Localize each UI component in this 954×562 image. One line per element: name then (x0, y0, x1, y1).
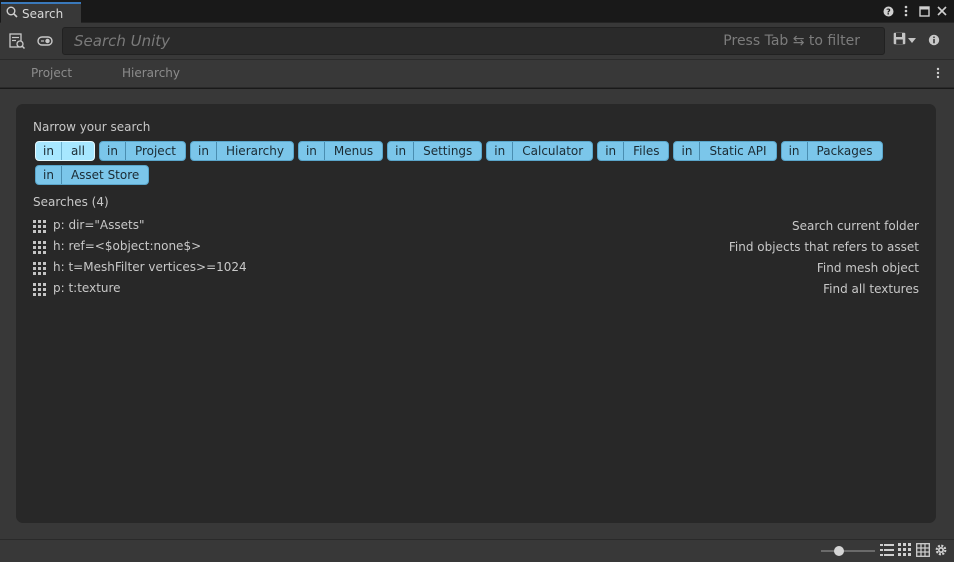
chip-label: Packages (816, 144, 873, 158)
chip-prefix: in (388, 142, 415, 160)
chip-prefix: in (299, 142, 325, 160)
chip-prefix: in (100, 142, 126, 160)
chip-label: Menus (333, 144, 374, 158)
chip-label: Calculator (522, 144, 584, 158)
settings-icon (934, 544, 948, 560)
tab-project[interactable]: Project (31, 66, 72, 80)
save-search-dropdown[interactable] (893, 32, 916, 48)
saved-search-row[interactable]: h: ref=<$object:none$> Find objects that… (33, 237, 919, 257)
table-view-button[interactable] (916, 543, 930, 557)
saved-search-description: Find mesh object (816, 261, 919, 275)
search-toolbar: Press Tab ⇆ to filter (0, 23, 954, 60)
more-vert-icon[interactable] (900, 4, 912, 18)
filter-chip-packages[interactable]: in Packages (780, 141, 883, 161)
chip-label: all (70, 144, 85, 158)
slider-thumb[interactable] (834, 546, 844, 556)
grid-view-icon (898, 543, 912, 560)
chip-label: Asset Store (70, 168, 140, 182)
item-size-slider[interactable] (821, 546, 875, 556)
filter-chip-project[interactable]: in Project (98, 141, 186, 161)
chip-label: Files (633, 144, 660, 158)
kebab-icon (936, 67, 940, 82)
filter-chip-all[interactable]: in all (35, 141, 95, 161)
saved-search-query: h: t=MeshFilter vertices>=1024 (53, 260, 247, 274)
chip-label: Hierarchy (225, 144, 284, 158)
maximize-icon[interactable] (918, 4, 930, 18)
chip-prefix: in (487, 142, 514, 160)
saved-search-description: Find objects that refers to asset (728, 240, 919, 254)
search-field[interactable]: Press Tab ⇆ to filter (62, 27, 885, 55)
filter-chip-calculator[interactable]: in Calculator (486, 141, 594, 161)
title-bar: Search ? (0, 0, 954, 23)
slider-track (821, 550, 875, 552)
filter-chip-asset-store[interactable]: in Asset Store (35, 165, 150, 185)
saved-searches-button[interactable] (7, 32, 27, 52)
chip-prefix: in (598, 142, 625, 160)
info-icon (928, 34, 940, 49)
list-view-icon (880, 544, 894, 560)
filter-chip-menus[interactable]: in Menus (297, 141, 384, 161)
saved-search-query: p: t:texture (53, 281, 121, 295)
grid-view-button[interactable] (898, 543, 912, 557)
tab-hierarchy[interactable]: Hierarchy (122, 66, 180, 80)
filter-chip-files[interactable]: in Files (597, 141, 670, 161)
chip-prefix: in (36, 166, 62, 184)
save-icon (893, 32, 906, 48)
chip-prefix: in (782, 142, 808, 160)
svg-text:?: ? (886, 7, 891, 16)
settings-button[interactable] (934, 543, 948, 557)
window-controls: ? (882, 4, 948, 18)
chip-prefix: in (674, 142, 701, 160)
saved-search-description: Find all textures (823, 282, 919, 296)
provider-filter-chips: in all in Project in Hierarchy in Menus … (35, 141, 915, 185)
filter-chip-static-api[interactable]: in Static API (673, 141, 777, 161)
table-view-icon (916, 543, 930, 560)
search-icon (6, 6, 18, 21)
provider-tabs-bar: Project Hierarchy (0, 60, 954, 88)
search-queries-icon (8, 32, 26, 53)
info-button[interactable] (928, 34, 942, 48)
search-input[interactable] (63, 28, 623, 54)
saved-search-query: h: ref=<$object:none$> (53, 239, 202, 253)
narrow-search-title: Narrow your search (33, 120, 151, 134)
chip-label: Static API (709, 144, 767, 158)
toggle-button[interactable] (35, 32, 55, 52)
filter-chip-hierarchy[interactable]: in Hierarchy (190, 141, 294, 161)
window-tab-search[interactable]: Search (1, 2, 81, 23)
tabs-menu-button[interactable] (936, 67, 942, 81)
list-view-button[interactable] (880, 543, 894, 557)
drag-grip-icon[interactable] (33, 220, 46, 233)
saved-search-row[interactable]: h: t=MeshFilter vertices>=1024 Find mesh… (33, 258, 919, 278)
chevron-down-icon (908, 33, 916, 47)
toggle-icon (37, 35, 53, 49)
results-area: Narrow your search in all in Project in … (0, 89, 954, 539)
chip-prefix: in (36, 142, 62, 160)
window-tab-label: Search (22, 6, 64, 21)
filter-chip-settings[interactable]: in Settings (387, 141, 483, 161)
saved-search-query: p: dir="Assets" (53, 218, 145, 232)
saved-search-row[interactable]: p: t:texture Find all textures (33, 279, 919, 299)
search-hint: Press Tab ⇆ to filter (723, 33, 860, 49)
chip-label: Project (134, 144, 176, 158)
saved-search-description: Search current folder (792, 219, 919, 233)
status-bar (0, 539, 954, 562)
drag-grip-icon[interactable] (33, 262, 46, 275)
help-panel: Narrow your search in all in Project in … (16, 104, 936, 523)
drag-grip-icon[interactable] (33, 283, 46, 296)
searches-title: Searches (4) (33, 195, 109, 209)
close-icon[interactable] (936, 4, 948, 18)
chip-prefix: in (191, 142, 217, 160)
drag-grip-icon[interactable] (33, 241, 46, 254)
saved-search-row[interactable]: p: dir="Assets" Search current folder (33, 216, 919, 236)
chip-label: Settings (423, 144, 473, 158)
help-icon[interactable]: ? (882, 4, 894, 18)
